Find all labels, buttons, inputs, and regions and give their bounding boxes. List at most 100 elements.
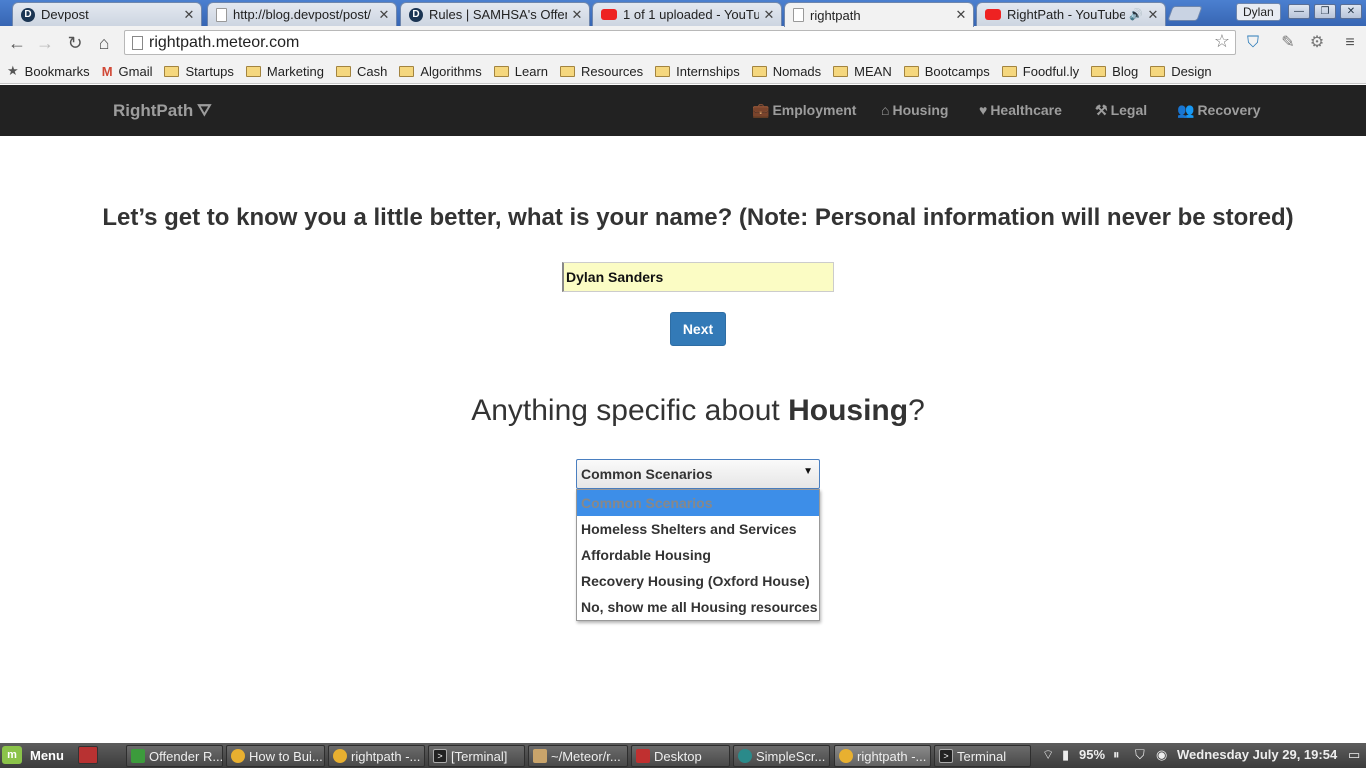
bookmark-learn[interactable]: Learn bbox=[493, 64, 548, 79]
taskbar-item-active[interactable]: rightpath -... bbox=[834, 745, 931, 767]
back-icon[interactable]: ← bbox=[6, 32, 28, 54]
shield-extension-icon[interactable]: ⛉ bbox=[1243, 33, 1263, 53]
shield-tray-icon[interactable]: ⛉ bbox=[1135, 747, 1145, 763]
name-input[interactable] bbox=[562, 262, 834, 292]
maximize-button[interactable]: ❐ bbox=[1314, 4, 1336, 19]
taskbar-item[interactable]: Desktop bbox=[631, 745, 730, 767]
reload-icon[interactable]: ↻ bbox=[64, 32, 86, 54]
eyedropper-extension-icon[interactable]: ✎ bbox=[1278, 33, 1298, 53]
tab-title: rightpath bbox=[810, 7, 861, 23]
home-icon[interactable]: ⌂ bbox=[93, 32, 115, 54]
taskbar-item[interactable]: ~/Meteor/r... bbox=[528, 745, 628, 767]
browser-tab[interactable]: 1 of 1 uploaded - YouTub ✕ bbox=[592, 2, 782, 26]
close-window-button[interactable]: ✕ bbox=[1340, 4, 1362, 19]
browser-tab-active[interactable]: rightpath ✕ bbox=[784, 2, 974, 27]
task-label: Offender R... bbox=[149, 748, 223, 764]
bookmark-gmail[interactable]: M Gmail bbox=[102, 64, 153, 79]
battery-percent: 95% bbox=[1079, 747, 1106, 762]
devpost-icon: D bbox=[409, 7, 423, 22]
file-manager-icon bbox=[533, 749, 547, 763]
folder-icon bbox=[655, 65, 671, 77]
chrome-tray-icon[interactable]: ◉ bbox=[1156, 747, 1167, 763]
dropdown-option[interactable]: Homeless Shelters and Services bbox=[577, 516, 819, 542]
dropdown-option[interactable]: Common Scenarios bbox=[577, 490, 819, 516]
bookmark-blog[interactable]: Blog bbox=[1091, 64, 1138, 79]
address-bar[interactable]: rightpath.meteor.com ☆ bbox=[124, 30, 1236, 55]
close-icon[interactable]: ✕ bbox=[763, 7, 775, 23]
show-desktop-icon[interactable]: ▭ bbox=[1348, 747, 1360, 763]
taskbar-item[interactable]: > [Terminal] bbox=[428, 745, 525, 767]
bookmark-star-icon[interactable]: ☆ bbox=[1214, 31, 1230, 52]
users-icon: 👥 bbox=[1177, 102, 1195, 118]
page-icon bbox=[132, 36, 143, 50]
taskbar-item[interactable]: How to Bui... bbox=[226, 745, 325, 767]
close-icon[interactable]: ✕ bbox=[955, 7, 967, 23]
folder-icon bbox=[636, 749, 650, 763]
pause-icon[interactable]: ⏸ bbox=[1113, 747, 1120, 763]
bookmark-algorithms[interactable]: Algorithms bbox=[399, 64, 482, 79]
browser-tab[interactable]: http://blog.devpost/post/ ✕ bbox=[207, 2, 397, 26]
mint-logo-icon: m bbox=[2, 746, 22, 764]
bookmark-mean[interactable]: MEAN bbox=[833, 64, 892, 79]
browser-tab[interactable]: D Rules | SAMHSA's Offen ✕ bbox=[400, 2, 590, 26]
dropdown-option[interactable]: Recovery Housing (Oxford House) bbox=[577, 568, 819, 594]
tab-title: Rules | SAMHSA's Offen bbox=[429, 7, 567, 22]
folder-icon bbox=[560, 65, 576, 77]
nav-recovery[interactable]: 👥 Recovery bbox=[1177, 102, 1260, 119]
nav-label: Housing bbox=[892, 102, 949, 118]
battery-icon[interactable]: ▮ bbox=[1062, 747, 1069, 763]
bookmark-nomads[interactable]: Nomads bbox=[751, 64, 821, 79]
browser-tab[interactable]: D Devpost ✕ bbox=[12, 2, 202, 26]
taskbar-item[interactable]: rightpath -... bbox=[328, 745, 425, 767]
bookmark-label: Cash bbox=[356, 63, 388, 79]
task-label: rightpath -... bbox=[351, 748, 421, 764]
close-icon[interactable]: ✕ bbox=[183, 7, 195, 23]
dropdown-option[interactable]: Affordable Housing bbox=[577, 542, 819, 568]
close-icon[interactable]: ✕ bbox=[571, 7, 583, 23]
folder-icon bbox=[245, 65, 261, 77]
folder-icon bbox=[1150, 65, 1166, 77]
taskbar-item[interactable]: SimpleScr... bbox=[733, 745, 830, 767]
bookmark-resources[interactable]: Resources bbox=[560, 64, 643, 79]
bookmark-cash[interactable]: Cash bbox=[335, 63, 388, 79]
menu-icon[interactable]: ≡ bbox=[1340, 33, 1360, 53]
nav-housing[interactable]: ⌂ Housing bbox=[881, 102, 948, 118]
url-text[interactable]: rightpath.meteor.com bbox=[149, 34, 299, 52]
taskbar-item[interactable]: > Terminal bbox=[934, 745, 1031, 767]
page-icon bbox=[216, 7, 227, 22]
tools-extension-icon[interactable]: ⚙ bbox=[1307, 33, 1327, 53]
new-tab-button[interactable] bbox=[1167, 6, 1203, 21]
bookmark-marketing[interactable]: Marketing bbox=[245, 64, 324, 79]
chrome-icon bbox=[839, 749, 853, 763]
profile-button[interactable]: Dylan bbox=[1236, 3, 1281, 21]
minimize-button[interactable]: — bbox=[1288, 4, 1310, 19]
taskbar-item[interactable]: Offender R... bbox=[126, 745, 223, 767]
nav-employment[interactable]: 💼 Employment bbox=[752, 102, 856, 119]
bookmark-startups[interactable]: Startups bbox=[164, 64, 234, 79]
browser-tab[interactable]: RightPath - YouTube 🔊 ✕ bbox=[976, 2, 1166, 26]
dropdown-option[interactable]: No, show me all Housing resources bbox=[577, 594, 819, 620]
bookmark-design[interactable]: Design bbox=[1150, 64, 1212, 79]
task-label: rightpath -... bbox=[857, 748, 927, 764]
quick-launch-icon[interactable] bbox=[78, 746, 98, 764]
nav-healthcare[interactable]: ♥ Healthcare bbox=[979, 102, 1062, 118]
bookmark-foodful-ly[interactable]: Foodful.ly bbox=[1001, 64, 1079, 79]
forward-icon[interactable]: → bbox=[34, 32, 56, 54]
clock: Wednesday July 29, 19:54 bbox=[1177, 747, 1338, 762]
chrome-icon bbox=[231, 749, 245, 763]
select-value: Common Scenarios bbox=[581, 466, 713, 482]
scenario-select[interactable]: Common Scenarios ▼ bbox=[576, 459, 820, 489]
question-suffix: ? bbox=[908, 394, 925, 427]
bookmark-bootcamps[interactable]: Bootcamps bbox=[903, 64, 990, 79]
bookmark-bookmarks[interactable]: ★ Bookmarks bbox=[7, 63, 90, 79]
nav-legal[interactable]: ⚒ Legal bbox=[1095, 102, 1147, 119]
close-icon[interactable]: ✕ bbox=[378, 7, 390, 23]
next-button[interactable]: Next bbox=[670, 312, 726, 346]
bookmark-internships[interactable]: Internships bbox=[655, 64, 740, 79]
wifi-icon[interactable]: ⌔ bbox=[1042, 747, 1054, 763]
speaker-icon[interactable]: 🔊 bbox=[1129, 8, 1143, 21]
close-icon[interactable]: ✕ bbox=[1147, 7, 1159, 23]
folder-icon bbox=[1091, 65, 1107, 77]
start-menu-button[interactable]: m Menu bbox=[2, 746, 64, 764]
brand-logo[interactable]: RightPath ⛛ bbox=[113, 101, 212, 121]
